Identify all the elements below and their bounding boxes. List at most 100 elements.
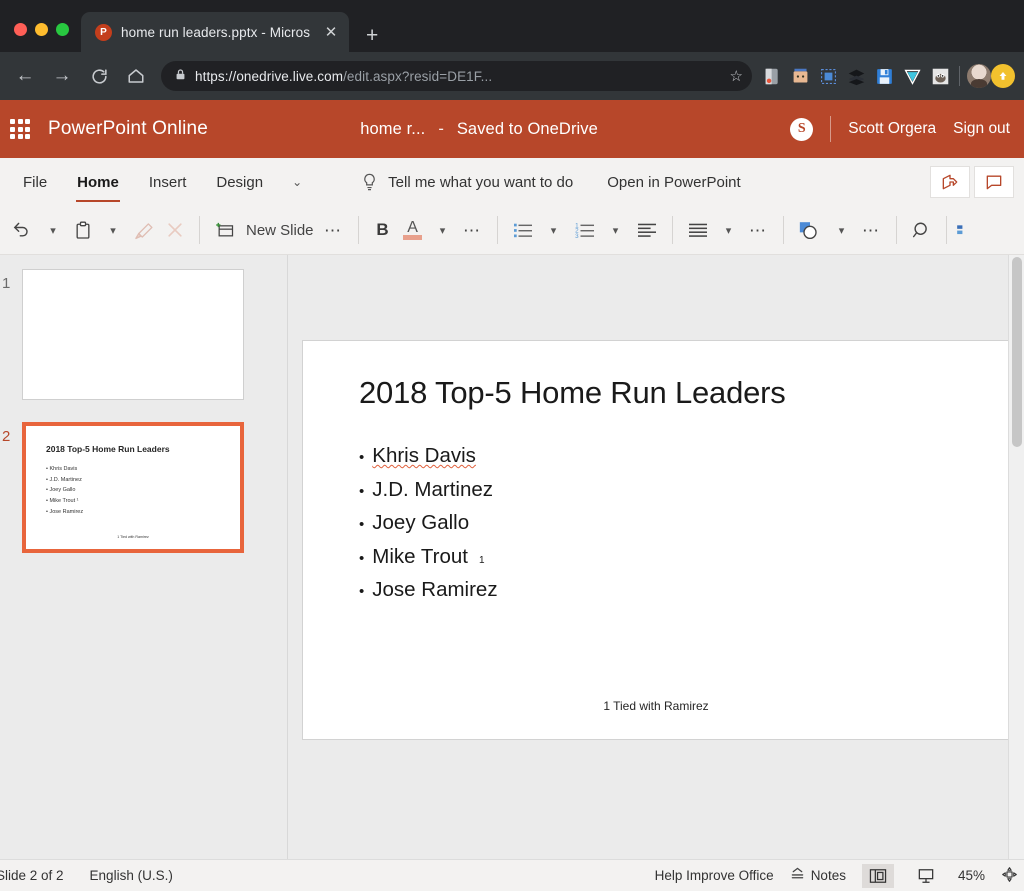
slide-bullet-text: Mike Trout — [372, 544, 468, 568]
font-color-button[interactable]: A — [398, 212, 428, 248]
selection-extension-icon[interactable] — [816, 64, 840, 88]
reload-button[interactable] — [83, 60, 115, 92]
tab-insert[interactable]: Insert — [134, 159, 202, 205]
chevron-down-icon[interactable]: ⌄ — [278, 175, 316, 189]
comments-icon[interactable] — [974, 166, 1014, 198]
format-painter-button[interactable] — [128, 212, 160, 248]
robot-extension-icon[interactable] — [788, 64, 812, 88]
thumbnail-bullet-list: • Khris Davis • J.D. Martinez • Joey Gal… — [46, 464, 83, 518]
document-name[interactable]: home r... — [360, 120, 425, 139]
tab-file[interactable]: File — [8, 159, 62, 205]
maximize-window-button[interactable] — [56, 23, 69, 36]
undo-button[interactable] — [6, 212, 38, 248]
url-domain: https://onedrive.live.com — [195, 68, 344, 84]
editing-view-button[interactable] — [861, 863, 894, 888]
paragraph-align-button[interactable] — [682, 212, 714, 248]
home-button[interactable] — [120, 60, 152, 92]
skype-icon[interactable]: S — [790, 117, 814, 141]
paragraph-overflow-button[interactable]: ⋯ — [744, 212, 774, 248]
bookmark-star-icon[interactable]: ☆ — [730, 67, 743, 85]
upload-icon[interactable] — [991, 64, 1015, 88]
toolbar-separator — [199, 216, 200, 244]
notes-button[interactable]: Notes — [790, 867, 846, 884]
slide-bullet-item[interactable]: • Mike Trout 1 — [359, 545, 498, 569]
paragraph-align-dropdown[interactable]: ▾ — [714, 212, 744, 248]
close-tab-icon[interactable]: ✕ — [321, 25, 341, 40]
slide-bullet-list[interactable]: • Khris Davis • J.D. Martinez • Joey Gal… — [359, 444, 498, 612]
font-overflow-button[interactable]: ⋯ — [458, 212, 488, 248]
tab-home[interactable]: Home — [62, 159, 134, 205]
slide-editor[interactable]: 2018 Top-5 Home Run Leaders • Khris Davi… — [302, 340, 1010, 740]
slide-bullet-text: Joey Gallo — [372, 511, 470, 534]
share-icon[interactable] — [930, 166, 970, 198]
notes-icon — [790, 867, 805, 884]
font-color-dropdown[interactable]: ▾ — [428, 212, 458, 248]
clear-formatting-button[interactable] — [160, 212, 190, 248]
open-in-powerpoint-link[interactable]: Open in PowerPoint — [607, 174, 740, 191]
overflow-cut-icon[interactable] — [956, 212, 970, 248]
vertical-scrollbar[interactable] — [1008, 255, 1024, 859]
help-improve-office-link[interactable]: Help Improve Office — [655, 868, 774, 883]
browser-tab[interactable]: P home run leaders.pptx - Micros ✕ — [81, 12, 349, 52]
save-status-label: Saved to OneDrive — [456, 119, 598, 138]
slide-thumbnail-panel[interactable]: 1 2 2018 Top-5 Home Run Leaders • Khris … — [0, 255, 288, 859]
bullet-glyph: • — [359, 583, 365, 600]
browser-toolbar: ← → https://onedrive.live.com/edit.aspx?… — [0, 52, 1024, 100]
thumbnail-row-2[interactable]: 2 2018 Top-5 Home Run Leaders • Khris Da… — [0, 422, 287, 553]
shapes-overflow-button[interactable]: ⋯ — [857, 212, 887, 248]
title-separator: - — [438, 119, 444, 138]
slide-bullet-item[interactable]: • Jose Ramirez — [359, 578, 498, 602]
slide-footnote[interactable]: 1 Tied with Ramirez — [303, 699, 1009, 713]
save-extension-icon[interactable] — [872, 64, 896, 88]
lightbulb-icon — [362, 173, 377, 192]
numbering-dropdown[interactable]: ▾ — [601, 212, 631, 248]
bullet-glyph: • — [359, 549, 365, 567]
bullets-dropdown[interactable]: ▾ — [539, 212, 569, 248]
slide-title[interactable]: 2018 Top-5 Home Run Leaders — [359, 375, 786, 411]
new-slide-overflow[interactable]: ⋯ — [319, 212, 349, 248]
new-tab-button[interactable]: + — [366, 25, 378, 46]
header-divider — [830, 116, 832, 142]
layers-extension-icon[interactable] — [844, 64, 868, 88]
app-launcher-icon[interactable] — [10, 119, 30, 139]
slide-thumbnail-2[interactable]: 2018 Top-5 Home Run Leaders • Khris Davi… — [22, 422, 244, 553]
align-left-button[interactable] — [631, 212, 663, 248]
window-traffic-lights — [0, 23, 81, 52]
gimp-extension-icon[interactable] — [928, 64, 952, 88]
profile-avatar[interactable] — [967, 64, 991, 88]
minimize-window-button[interactable] — [35, 23, 48, 36]
back-button[interactable]: ← — [9, 60, 41, 92]
bold-button[interactable]: B — [368, 212, 398, 248]
user-name-label[interactable]: Scott Orgera — [848, 120, 936, 138]
paste-button[interactable] — [68, 212, 98, 248]
slide-bullet-item[interactable]: • Joey Gallo — [359, 511, 498, 535]
scrollbar-thumb[interactable] — [1012, 257, 1022, 447]
shapes-dropdown[interactable]: ▾ — [827, 212, 857, 248]
slide-bullet-item[interactable]: • J.D. Martinez — [359, 478, 498, 502]
diamond-extension-icon[interactable] — [900, 64, 924, 88]
forward-button[interactable]: → — [46, 60, 78, 92]
numbering-button[interactable]: 1 2 3 — [569, 212, 601, 248]
paste-dropdown[interactable]: ▾ — [98, 212, 128, 248]
tell-me-box[interactable]: Tell me what you want to do — [362, 173, 573, 192]
slide-bullet-item[interactable]: • Khris Davis — [359, 444, 498, 468]
shapes-button[interactable] — [793, 212, 827, 248]
slide-thumbnail-1[interactable] — [22, 269, 244, 400]
address-bar[interactable]: https://onedrive.live.com/edit.aspx?resi… — [161, 61, 752, 91]
thumbnail-row-1[interactable]: 1 — [0, 269, 287, 400]
pocket-extension-icon[interactable] — [760, 64, 784, 88]
thumbnail-footnote: 1 Tied with Ramirez — [117, 535, 149, 539]
fit-to-window-icon[interactable] — [1001, 866, 1018, 886]
close-window-button[interactable] — [14, 23, 27, 36]
sign-out-link[interactable]: Sign out — [953, 120, 1010, 138]
new-slide-button[interactable]: New Slide — [241, 212, 319, 248]
tab-design[interactable]: Design — [201, 159, 278, 205]
new-slide-icon[interactable] — [209, 212, 241, 248]
language-label[interactable]: English (U.S.) — [90, 868, 173, 883]
undo-dropdown[interactable]: ▾ — [38, 212, 68, 248]
browser-tabstrip: P home run leaders.pptx - Micros ✕ + — [0, 0, 1024, 52]
zoom-level-label[interactable]: 45% — [958, 868, 985, 883]
reading-view-button[interactable] — [910, 864, 942, 888]
bullets-button[interactable] — [507, 212, 539, 248]
search-icon[interactable] — [906, 212, 937, 248]
